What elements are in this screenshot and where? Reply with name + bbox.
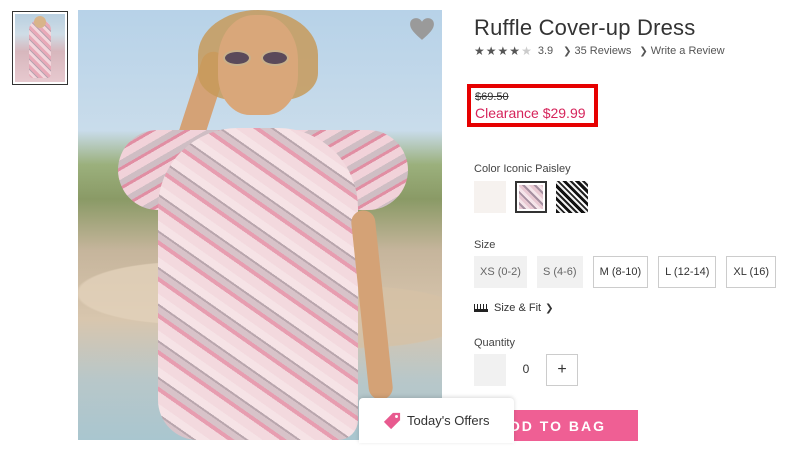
size-m[interactable]: M (8-10) <box>592 256 649 288</box>
product-main-image <box>78 10 442 440</box>
sale-price: Clearance $29.99 <box>475 105 586 121</box>
quantity-minus-button[interactable] <box>474 354 506 386</box>
size-xl[interactable]: XL (16) <box>726 256 777 288</box>
todays-offers-button[interactable]: Today's Offers <box>359 398 514 443</box>
color-swatches <box>474 181 588 213</box>
star-rating: ★ ★ ★ ★ ★ <box>474 45 532 57</box>
chevron-right-icon: ❯ <box>563 46 572 57</box>
original-price: $69.50 <box>475 91 509 103</box>
rating-value: 3.9 <box>537 45 554 57</box>
star-icon: ★ <box>509 44 521 58</box>
size-options: XS (0-2) S (4-6) M (8-10) L (12-14) XL (… <box>474 256 777 288</box>
star-icon: ★ <box>474 44 485 58</box>
star-icon: ★ <box>521 44 532 58</box>
size-label: Size <box>474 239 496 251</box>
heart-icon[interactable] <box>409 17 435 41</box>
size-xs[interactable]: XS (0-2) <box>474 256 527 288</box>
star-icon: ★ <box>485 44 497 58</box>
write-review-link[interactable]: ❯ Write a Review <box>639 45 724 57</box>
star-icon: ★ <box>497 44 509 58</box>
size-l[interactable]: L (12-14) <box>658 256 717 288</box>
size-fit-label: Size & Fit <box>494 302 542 314</box>
ruler-icon <box>474 304 488 312</box>
chevron-right-icon: ❯ <box>545 302 554 314</box>
tag-icon <box>383 412 401 429</box>
rating-row: ★ ★ ★ ★ ★ 3.9 ❯ 35 Reviews ❯ Write a Review <box>474 45 733 57</box>
swatch-black-white[interactable] <box>556 181 588 213</box>
size-s[interactable]: S (4-6) <box>536 256 583 288</box>
swatch-white[interactable] <box>474 181 506 213</box>
quantity-plus-button[interactable]: + <box>546 354 578 386</box>
todays-offers-label: Today's Offers <box>407 413 490 428</box>
color-label: Color Iconic Paisley <box>474 163 571 175</box>
thumbnail-image <box>15 14 65 82</box>
quantity-label: Quantity <box>474 337 515 349</box>
chevron-right-icon: ❯ <box>639 46 648 57</box>
quantity-value[interactable]: 0 <box>518 362 534 376</box>
add-to-bag-button[interactable]: ADD TO BAG <box>494 410 638 441</box>
product-title: Ruffle Cover-up Dress <box>474 15 696 40</box>
product-thumbnail[interactable] <box>12 11 68 85</box>
swatch-iconic-paisley[interactable] <box>515 181 547 213</box>
price-block: $69.50 Clearance $29.99 <box>467 84 598 127</box>
size-fit-link[interactable]: Size & Fit ❯ <box>474 302 553 314</box>
reviews-link[interactable]: ❯ 35 Reviews <box>563 45 631 57</box>
